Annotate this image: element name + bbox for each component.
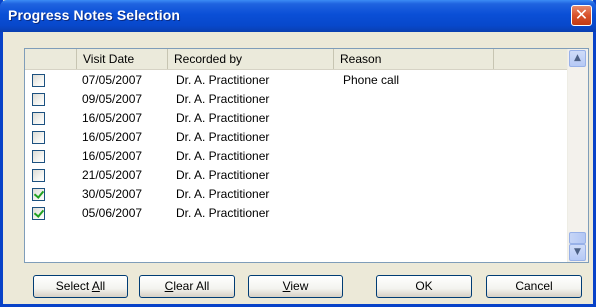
row-recorded-by: Dr. A. Practitioner: [176, 111, 270, 125]
row-checkbox[interactable]: [32, 150, 45, 163]
list-row[interactable]: 16/05/2007 Dr. A. Practitioner: [25, 147, 568, 166]
row-visit-date: 09/05/2007: [82, 92, 143, 106]
progress-notes-list[interactable]: Visit Date Recorded by Reason 07/05/2007…: [24, 48, 589, 263]
row-checkbox[interactable]: [32, 131, 45, 144]
list-row[interactable]: 05/06/2007 Dr. A. Practitioner: [25, 204, 568, 223]
column-header-reason[interactable]: Reason: [334, 49, 494, 69]
list-row[interactable]: 07/05/2007 Dr. A. Practitioner Phone cal…: [25, 71, 568, 90]
row-checkbox[interactable]: [32, 93, 45, 106]
row-recorded-by: Dr. A. Practitioner: [176, 187, 270, 201]
row-visit-date: 05/06/2007: [82, 206, 143, 220]
row-checkbox[interactable]: [32, 169, 45, 182]
cancel-button[interactable]: Cancel: [486, 275, 582, 298]
list-row[interactable]: 16/05/2007 Dr. A. Practitioner: [25, 128, 568, 147]
list-row[interactable]: 09/05/2007 Dr. A. Practitioner: [25, 90, 568, 109]
row-recorded-by: Dr. A. Practitioner: [176, 206, 270, 220]
row-visit-date: 16/05/2007: [82, 111, 143, 125]
close-icon: ✕: [574, 5, 589, 24]
row-recorded-by: Dr. A. Practitioner: [176, 92, 270, 106]
row-checkbox[interactable]: [32, 188, 45, 201]
chevron-down-icon: ▼: [574, 247, 581, 257]
row-recorded-by: Dr. A. Practitioner: [176, 130, 270, 144]
row-checkbox[interactable]: [32, 207, 45, 220]
column-header-check[interactable]: [25, 49, 77, 69]
row-visit-date: 21/05/2007: [82, 168, 143, 182]
scroll-thumb[interactable]: [569, 232, 586, 244]
column-header-recorded-by[interactable]: Recorded by: [168, 49, 334, 69]
list-row[interactable]: 30/05/2007 Dr. A. Practitioner: [25, 185, 568, 204]
chevron-up-icon: ▲: [574, 53, 581, 63]
row-recorded-by: Dr. A. Practitioner: [176, 149, 270, 163]
row-visit-date: 30/05/2007: [82, 187, 143, 201]
title-bar[interactable]: Progress Notes Selection ✕: [0, 0, 596, 32]
row-checkbox[interactable]: [32, 74, 45, 87]
close-button[interactable]: ✕: [571, 5, 592, 26]
vertical-scrollbar[interactable]: ▲ ▼: [567, 49, 588, 262]
row-visit-date: 16/05/2007: [82, 130, 143, 144]
list-row[interactable]: 21/05/2007 Dr. A. Practitioner: [25, 166, 568, 185]
row-visit-date: 07/05/2007: [82, 73, 143, 87]
column-header-extra[interactable]: [494, 49, 568, 69]
list-row[interactable]: 16/05/2007 Dr. A. Practitioner: [25, 109, 568, 128]
list-header: Visit Date Recorded by Reason: [25, 49, 568, 70]
view-button[interactable]: View: [248, 275, 343, 298]
scroll-up-button[interactable]: ▲: [569, 50, 586, 67]
ok-button[interactable]: OK: [376, 275, 472, 298]
select-all-button[interactable]: Select All: [33, 275, 128, 298]
row-reason: Phone call: [343, 73, 400, 87]
row-visit-date: 16/05/2007: [82, 149, 143, 163]
row-recorded-by: Dr. A. Practitioner: [176, 73, 270, 87]
scroll-down-button[interactable]: ▼: [569, 244, 586, 261]
column-header-visit-date[interactable]: Visit Date: [77, 49, 168, 69]
list-rows: 07/05/2007 Dr. A. Practitioner Phone cal…: [25, 71, 568, 223]
row-recorded-by: Dr. A. Practitioner: [176, 168, 270, 182]
row-checkbox[interactable]: [32, 112, 45, 125]
window-title: Progress Notes Selection: [8, 7, 181, 23]
clear-all-button[interactable]: Clear All: [139, 275, 235, 298]
